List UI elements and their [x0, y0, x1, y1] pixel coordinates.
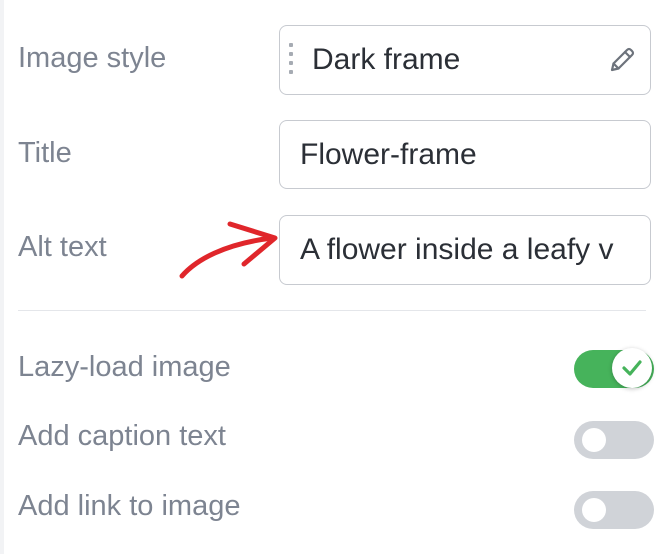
lazy-load-label: Lazy-load image [18, 351, 231, 383]
pencil-icon[interactable] [606, 44, 638, 76]
alt-text-value: A flower inside a leafy v [300, 233, 614, 266]
image-settings-panel: Image style Dark frame Title Flower-fram… [4, 0, 660, 554]
image-style-label: Image style [18, 42, 167, 74]
caption-label: Add caption text [18, 420, 226, 452]
image-style-field[interactable]: Dark frame [279, 25, 651, 95]
title-value: Flower-frame [300, 137, 477, 171]
toggle-knob [582, 428, 606, 452]
alt-text-input[interactable]: A flower inside a leafy v [279, 215, 651, 285]
checkmark-icon [622, 360, 642, 376]
image-style-value: Dark frame [312, 43, 461, 76]
caption-toggle[interactable] [574, 421, 654, 459]
link-label: Add link to image [18, 490, 241, 522]
link-toggle[interactable] [574, 491, 654, 529]
section-divider [18, 310, 646, 311]
toggle-knob [612, 348, 652, 388]
title-input[interactable]: Flower-frame [279, 120, 651, 189]
toggle-knob [582, 498, 606, 522]
lazy-load-toggle[interactable] [574, 348, 654, 388]
drag-handle-icon[interactable] [288, 43, 294, 77]
alt-text-label: Alt text [18, 231, 107, 263]
title-label: Title [18, 137, 72, 169]
